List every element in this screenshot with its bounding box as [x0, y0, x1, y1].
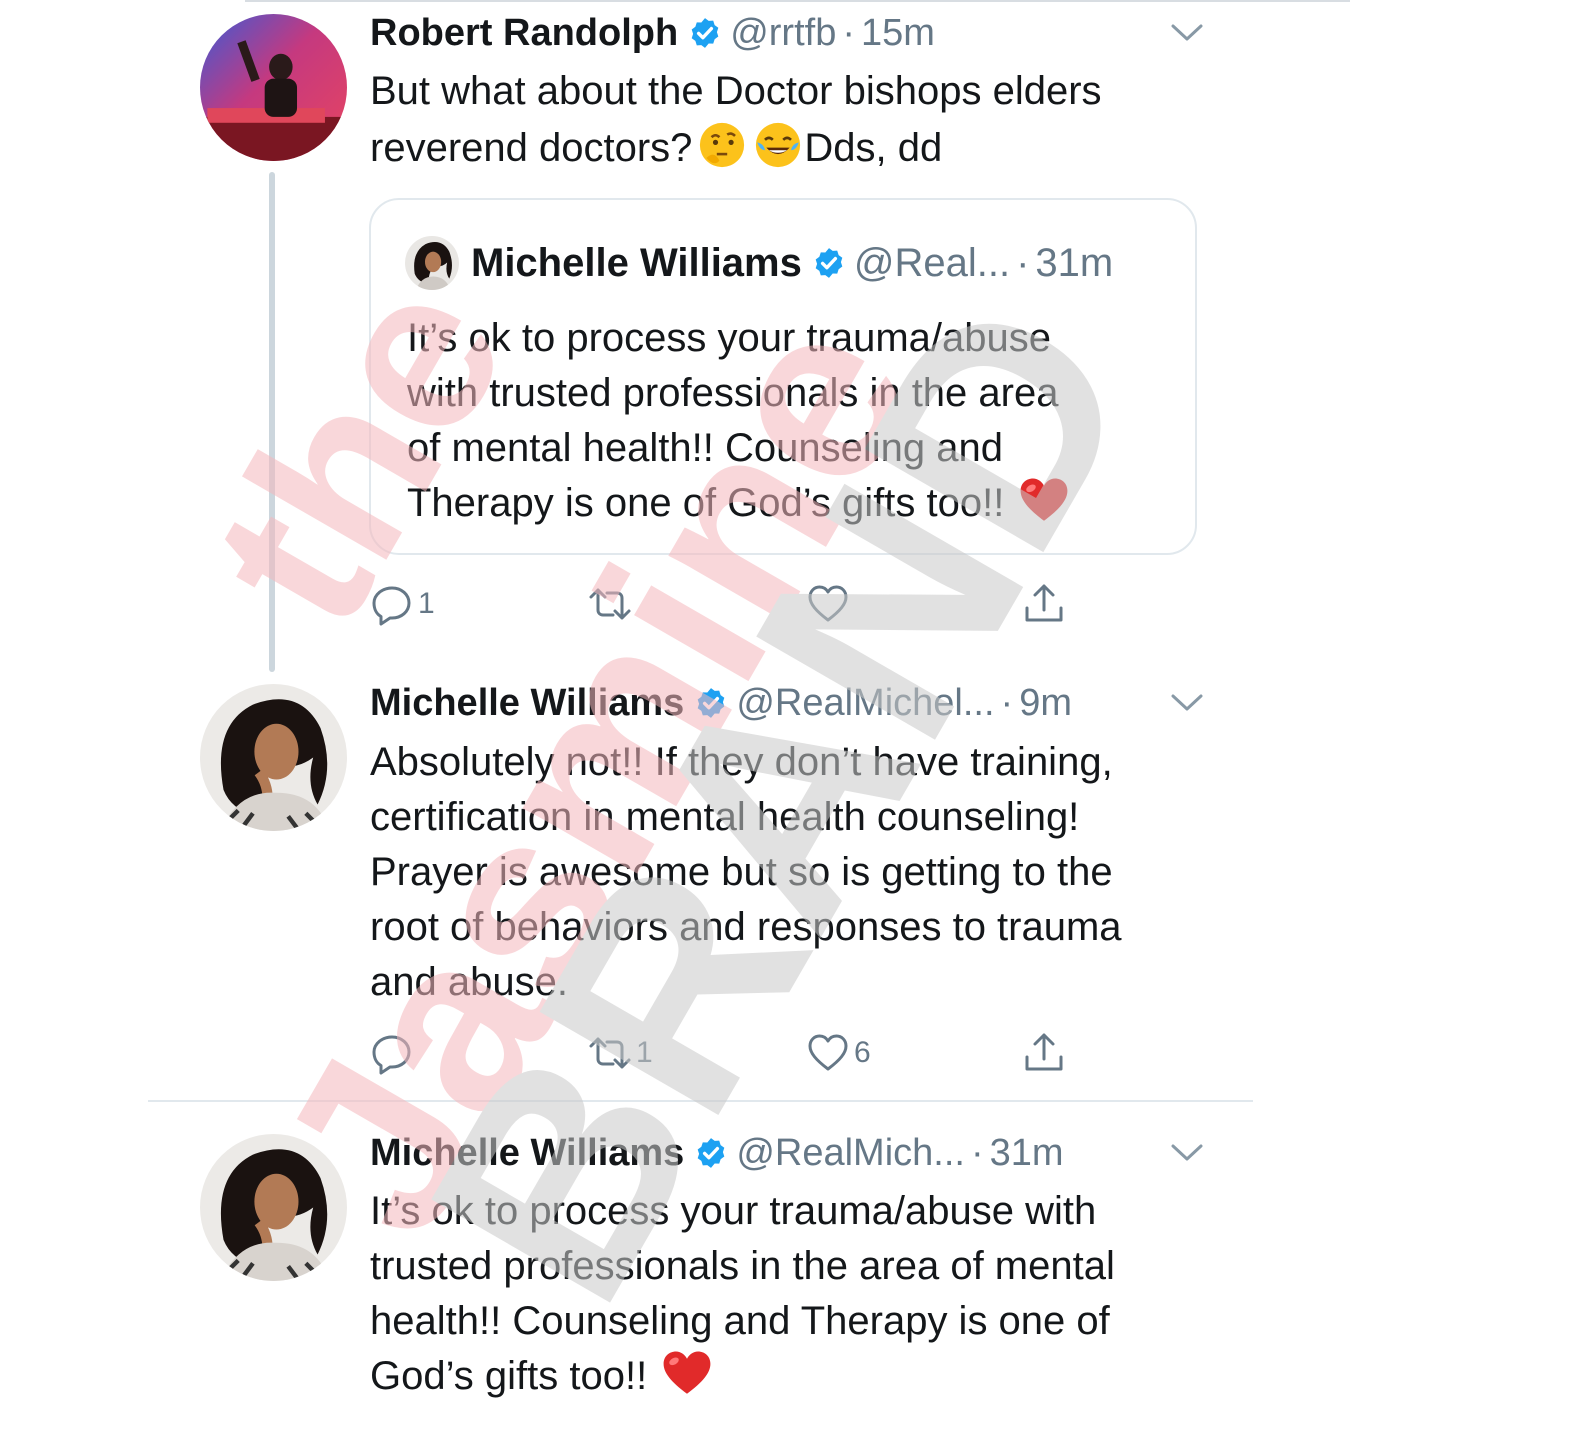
tweet-text-segment: Dds, dd	[804, 126, 943, 170]
share-icon	[1025, 584, 1063, 622]
share-icon	[1025, 1033, 1063, 1071]
tweet-header: Michelle Williams @RealMichel... · 9m	[370, 678, 1072, 728]
like-button[interactable]: 6	[806, 1031, 871, 1075]
tweet-text-line: certification in mental health counselin…	[370, 795, 1080, 839]
red-heart-icon	[661, 1349, 713, 1397]
tweet-text-line: Therapy is one of God’s gifts too!!	[407, 476, 1070, 531]
verified-badge-icon	[688, 16, 722, 50]
tweet-text-line: of mental health!! Counseling and	[407, 426, 1003, 470]
avatar-image-michelle	[200, 684, 347, 831]
tweet-text-line: Absolutely not!! If they don’t have trai…	[370, 740, 1113, 784]
reply-icon	[372, 1035, 411, 1075]
author-handle[interactable]: @RealMich...	[736, 1132, 965, 1175]
avatar-image-robert	[200, 14, 347, 161]
tweet-text-line: with trusted professionals in the area	[407, 371, 1059, 415]
tweet-text-line: trusted professionals in the area of men…	[370, 1244, 1115, 1288]
retweet-button[interactable]: 1	[588, 1031, 653, 1075]
quoted-tweet-card[interactable]: Michelle Williams @Real... · 31m It’s ok…	[369, 198, 1197, 555]
author-handle[interactable]: @rrtfb	[730, 12, 836, 55]
avatar[interactable]	[200, 684, 347, 831]
quoted-tweet-text: It’s ok to process your trauma/abuse wit…	[407, 311, 1070, 531]
tweet-timestamp[interactable]: 31m	[990, 1132, 1064, 1175]
chevron-down-icon[interactable]	[1170, 1142, 1204, 1164]
avatar[interactable]	[405, 236, 459, 290]
reply-count: 1	[418, 587, 435, 620]
separator-dot: ·	[970, 1131, 984, 1174]
tweet-text-line: But what about the Doctor bishops elders	[370, 69, 1102, 113]
top-divider	[245, 0, 1350, 2]
avatar-image-michelle	[200, 1134, 347, 1281]
tweet-text-line: and abuse.	[370, 960, 568, 1004]
reply-button[interactable]	[370, 1031, 418, 1075]
thinking-face-icon	[696, 119, 748, 171]
tears-of-joy-icon	[752, 119, 804, 171]
retweet-icon	[589, 1037, 631, 1069]
heart-outline-icon	[808, 1034, 848, 1071]
like-button[interactable]	[806, 582, 854, 626]
tweet-text-line: It’s ok to process your trauma/abuse wit…	[370, 1189, 1097, 1233]
reply-icon	[372, 586, 411, 626]
retweet-icon	[589, 588, 631, 620]
separator-dot: ·	[1000, 681, 1014, 724]
tweet-header: Robert Randolph @rrtfb · 15m	[370, 8, 935, 58]
verified-badge-icon	[694, 1136, 728, 1170]
tweet-text-line: God’s gifts too!!	[370, 1349, 1115, 1404]
thread-connector-line	[269, 172, 275, 672]
avatar-image-michelle	[405, 236, 459, 290]
tweet-timestamp[interactable]: 9m	[1019, 682, 1072, 725]
tweet-timestamp[interactable]: 15m	[861, 12, 935, 55]
reply-button[interactable]: 1	[370, 582, 435, 626]
retweet-count: 1	[636, 1036, 653, 1069]
author-name[interactable]: Michelle Williams	[370, 682, 684, 725]
red-heart-icon	[1018, 476, 1070, 524]
tweet-text-line: reverend doctors? Dds, dd	[370, 119, 1102, 176]
quoted-tweet-header: Michelle Williams @Real... · 31m	[471, 238, 1113, 288]
avatar[interactable]	[200, 14, 347, 161]
verified-badge-icon	[694, 686, 728, 720]
chevron-down-icon[interactable]	[1170, 692, 1204, 714]
share-button[interactable]	[1022, 1031, 1066, 1075]
tweet-text-segment: God’s gifts too!!	[370, 1354, 648, 1398]
tweet-header: Michelle Williams @RealMich... · 31m	[370, 1128, 1064, 1178]
tweet-timestamp[interactable]: 31m	[1035, 241, 1113, 286]
share-button[interactable]	[1022, 582, 1066, 626]
avatar[interactable]	[200, 1134, 347, 1281]
tweet-text-segment: Therapy is one of God’s gifts too!!	[407, 481, 1005, 525]
author-name[interactable]: Robert Randolph	[370, 12, 678, 55]
tweet-text-line: health!! Counseling and Therapy is one o…	[370, 1299, 1110, 1343]
tweet-text: Absolutely not!! If they don’t have trai…	[370, 735, 1122, 1010]
tweet-text-line: root of behaviors and responses to traum…	[370, 905, 1122, 949]
like-count: 6	[854, 1036, 871, 1069]
separator-dot: ·	[1016, 240, 1030, 285]
tweet-text: But what about the Doctor bishops elders…	[370, 64, 1102, 176]
author-name[interactable]: Michelle Williams	[471, 241, 802, 286]
author-name[interactable]: Michelle Williams	[370, 1132, 684, 1175]
heart-outline-icon	[808, 585, 848, 622]
chevron-down-icon[interactable]	[1170, 22, 1204, 44]
tweet-divider	[148, 1100, 1253, 1102]
author-handle[interactable]: @Real...	[854, 241, 1010, 286]
retweet-button[interactable]	[588, 582, 636, 626]
tweet-text-line: It’s ok to process your trauma/abuse	[407, 316, 1052, 360]
verified-badge-icon	[812, 246, 846, 280]
tweet-text: It’s ok to process your trauma/abuse wit…	[370, 1184, 1115, 1404]
tweet-text-line: Prayer is awesome but so is getting to t…	[370, 850, 1113, 894]
separator-dot: ·	[842, 11, 855, 54]
tweet-text-segment: reverend doctors?	[370, 126, 693, 170]
author-handle[interactable]: @RealMichel...	[736, 682, 994, 725]
